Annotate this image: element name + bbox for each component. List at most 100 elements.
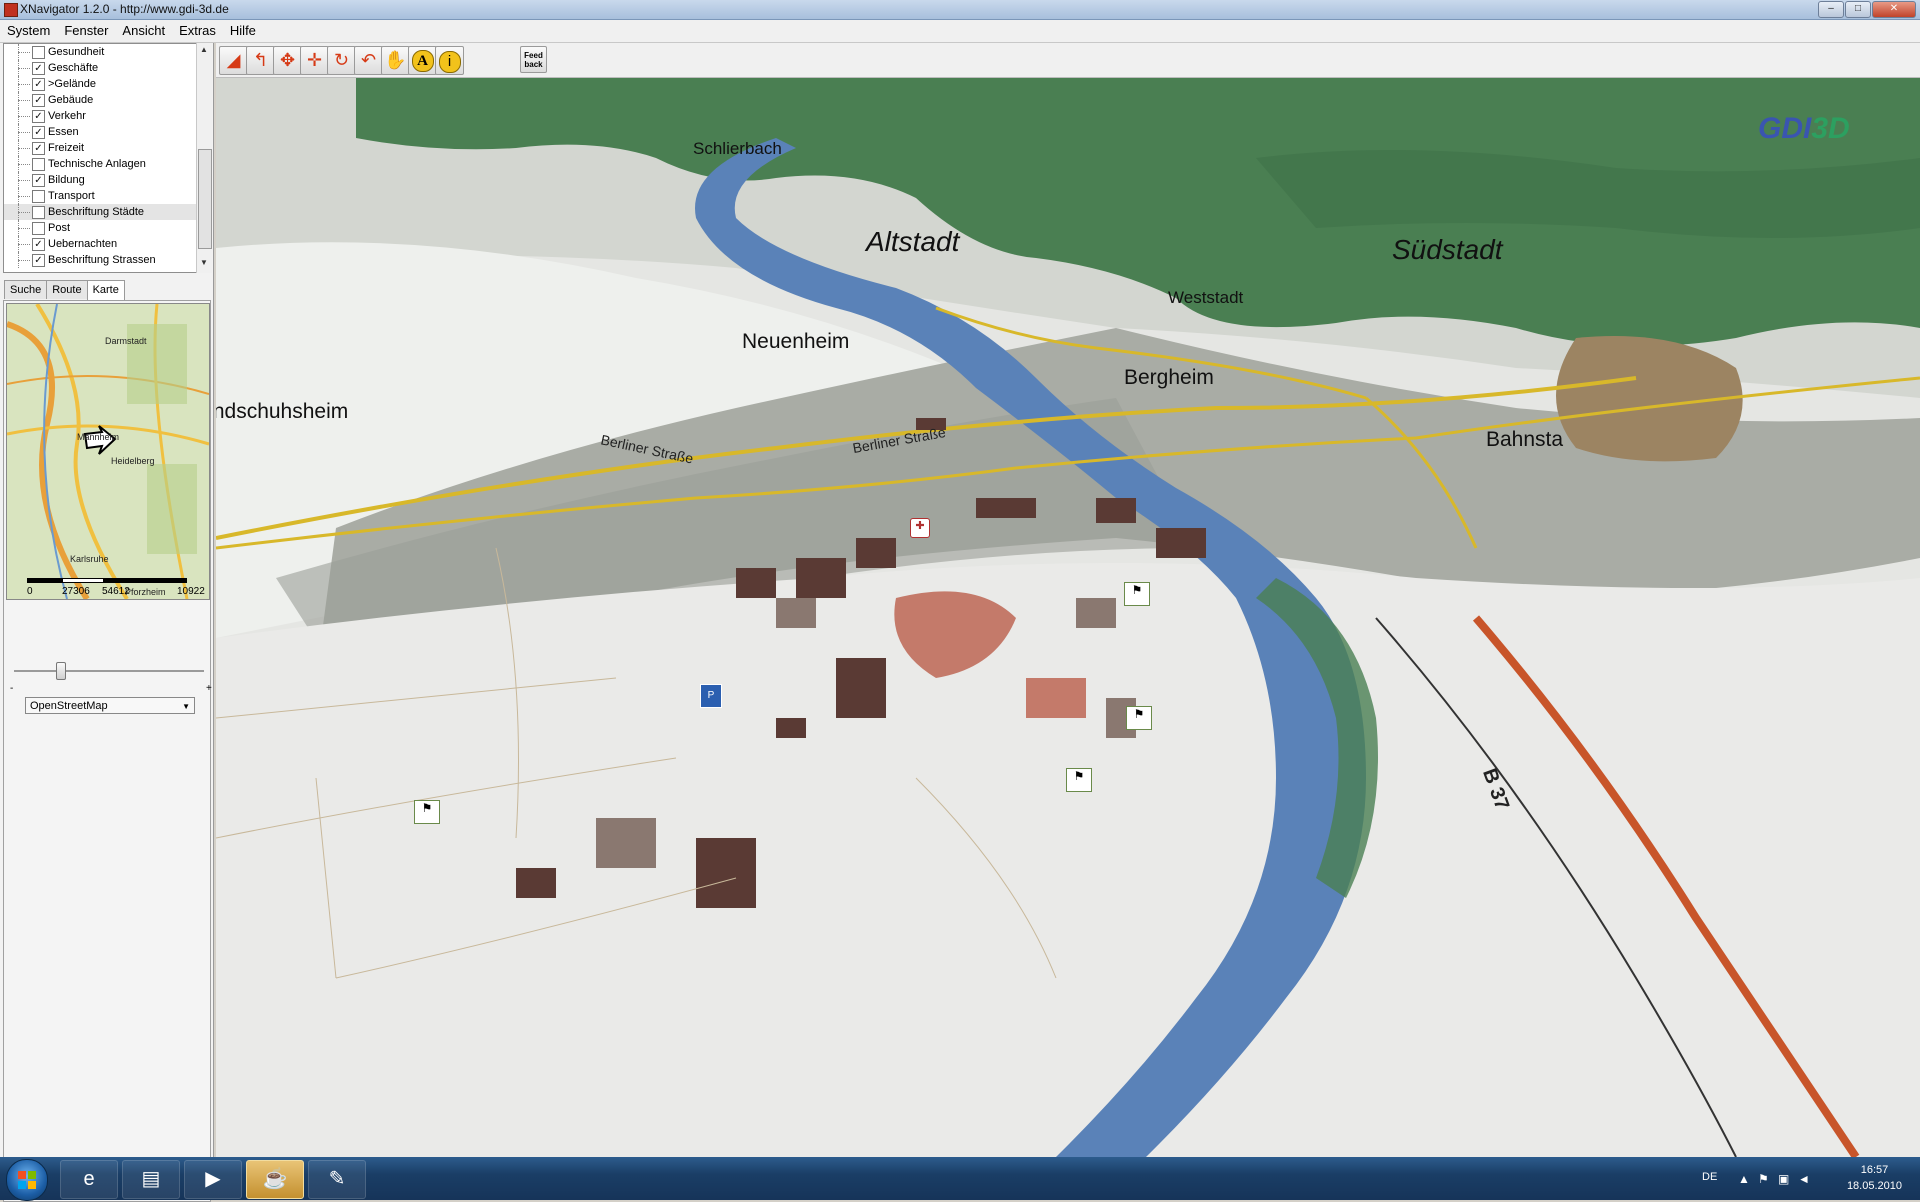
hospital-icon[interactable]: ✚ — [910, 518, 930, 538]
explorer-folder-icon[interactable]: ▤ — [122, 1160, 180, 1199]
left-panel: Gesundheit ✓ Geschäfte ✓ >Gelände ✓ Gebäude ✓ Ve… — [0, 43, 214, 1202]
volume-icon[interactable]: ◄ — [1798, 1172, 1810, 1186]
minimize-button[interactable]: – — [1818, 1, 1844, 18]
poi-cube-icon-2[interactable]: ⚑ — [1066, 768, 1092, 792]
map-source-select[interactable]: OpenStreetMap ▼ — [25, 697, 195, 714]
slider-track — [14, 670, 204, 672]
network-icon[interactable]: ▣ — [1778, 1172, 1789, 1186]
menu-system[interactable]: System — [0, 20, 57, 38]
layer-checkbox[interactable] — [32, 190, 45, 203]
layer-row[interactable]: ✓ Essen — [4, 124, 199, 140]
clock-date: 18.05.2010 — [1846, 1180, 1902, 1192]
tree-line — [18, 52, 30, 54]
internet-explorer-icon[interactable]: e — [60, 1160, 118, 1199]
tab-route[interactable]: Route — [46, 280, 88, 299]
layer-label: >Gelände — [48, 78, 97, 90]
layer-checkbox[interactable]: ✓ — [32, 126, 45, 139]
language-indicator[interactable]: DE — [1702, 1171, 1717, 1183]
layer-checkbox[interactable]: ✓ — [32, 62, 45, 75]
layer-checkbox[interactable] — [32, 222, 45, 235]
layer-label: Essen — [48, 126, 79, 138]
slider-knob[interactable] — [56, 662, 66, 680]
poi-cube-icon-4[interactable]: ⚑ — [1124, 582, 1150, 606]
menu-extras[interactable]: Extras — [172, 20, 223, 38]
undo-view-button[interactable]: ↶ — [354, 46, 383, 75]
maximize-button[interactable]: □ — [1845, 1, 1871, 18]
layer-checkbox[interactable] — [32, 206, 45, 219]
start-button[interactable] — [6, 1159, 48, 1201]
menu-ansicht[interactable]: Ansicht — [115, 20, 172, 38]
scroll-thumb[interactable] — [198, 149, 212, 249]
pan-button[interactable]: ✛ — [300, 46, 329, 75]
show-hidden-icons-icon[interactable]: ▲ — [1738, 1172, 1750, 1186]
layer-row[interactable]: ✓ Gebäude — [4, 92, 199, 108]
feedback-button[interactable]: Feed back — [520, 46, 547, 73]
media-player-icon[interactable]: ▶ — [184, 1160, 242, 1199]
layer-checkbox[interactable]: ✓ — [32, 94, 45, 107]
3d-map-view[interactable]: GDI3D Schlierbach Altstadt Südstadt West… — [216, 78, 1920, 1157]
clock-time: 16:57 — [1860, 1164, 1889, 1176]
java-app-icon[interactable]: ☕ — [246, 1160, 304, 1199]
poi-cube-icon-3[interactable]: ⚑ — [1126, 706, 1152, 730]
tree-line — [18, 244, 30, 246]
zoom-slider[interactable]: - + — [10, 661, 212, 694]
scroll-down-icon[interactable]: ▼ — [200, 258, 208, 267]
minimap-label-karlsruhe: Karlsruhe — [70, 554, 109, 564]
layer-row[interactable]: ✓ Verkehr — [4, 108, 199, 124]
tree-line — [18, 148, 30, 150]
layer-checkbox[interactable]: ✓ — [32, 78, 45, 91]
layer-checkbox[interactable]: ✓ — [32, 238, 45, 251]
grab-icon: ✋ — [384, 50, 407, 70]
overview-minimap[interactable]: Darmstadt Mannheim Heidelberg Karlsruhe … — [6, 303, 210, 600]
layer-row[interactable]: ✓ Bildung — [4, 172, 199, 188]
layer-checkbox[interactable]: ✓ — [32, 110, 45, 123]
windows-logo-icon — [18, 1171, 36, 1189]
layer-row[interactable]: ✓ Uebernachten — [4, 236, 199, 252]
poi-cube-icon-1[interactable]: ⚑ — [414, 800, 440, 824]
window-title: XNavigator 1.2.0 - http://www.gdi-3d.de — [20, 2, 229, 16]
grab-button[interactable]: ✋ — [381, 46, 410, 75]
layer-checkbox[interactable] — [32, 158, 45, 171]
tree-line — [18, 260, 30, 262]
layer-checkbox[interactable]: ✓ — [32, 142, 45, 155]
layer-scrollbar[interactable]: ▲ ▼ — [196, 43, 212, 273]
map-source-value: OpenStreetMap — [30, 700, 108, 712]
annotation-button[interactable]: A — [408, 46, 437, 75]
layer-row[interactable]: Technische Anlagen — [4, 156, 199, 172]
close-button[interactable]: ✕ — [1872, 1, 1916, 18]
menu-hilfe[interactable]: Hilfe — [223, 20, 263, 38]
orbit-button[interactable]: ↻ — [327, 46, 356, 75]
layer-row[interactable]: Gesundheit — [4, 44, 199, 60]
place-weststadt: Weststadt — [1168, 288, 1244, 307]
tree-line — [18, 84, 30, 86]
layer-checkbox[interactable]: ✓ — [32, 174, 45, 187]
action-center-flag-icon[interactable]: ⚑ — [1758, 1172, 1769, 1186]
taskbar: e ▤ ▶ ☕ ✎ DE ▲ ⚑ ▣ ◄ 16:57 18.05.2010 — [0, 1157, 1920, 1201]
layer-label: Transport — [48, 190, 95, 202]
info-button[interactable]: i — [435, 46, 464, 75]
layer-checkbox[interactable]: ✓ — [32, 254, 45, 267]
tree-line — [18, 228, 30, 230]
layer-row[interactable]: Post — [4, 220, 199, 236]
tray-clock[interactable]: 16:57 18.05.2010 — [1847, 1162, 1902, 1194]
rotate-view-button[interactable]: ◢ — [219, 46, 248, 75]
layer-row[interactable]: ✓ >Gelände — [4, 76, 199, 92]
layer-checkbox[interactable] — [32, 46, 45, 59]
layer-label: Gebäude — [48, 94, 94, 106]
layer-row[interactable]: Beschriftung Städte — [4, 204, 199, 220]
window-titlebar: XNavigator 1.2.0 - http://www.gdi-3d.de … — [0, 0, 1920, 20]
layer-row[interactable]: ✓ Beschriftung Strassen — [4, 252, 199, 268]
scroll-up-icon[interactable]: ▲ — [200, 45, 208, 54]
menu-fenster[interactable]: Fenster — [57, 20, 115, 38]
tree-line — [18, 132, 30, 134]
layer-row[interactable]: Transport — [4, 188, 199, 204]
tab-karte[interactable]: Karte — [86, 280, 125, 301]
paint-icon[interactable]: ✎ — [308, 1160, 366, 1199]
move-vertical-button[interactable]: ✥ — [273, 46, 302, 75]
tilt-view-button[interactable]: ↰ — [246, 46, 275, 75]
layer-row[interactable]: ✓ Geschäfte — [4, 60, 199, 76]
layer-row[interactable]: ✓ Freizeit — [4, 140, 199, 156]
annotation-icon: A — [411, 50, 434, 72]
bus-stop-icon[interactable]: P — [700, 684, 722, 708]
tab-suche[interactable]: Suche — [4, 280, 48, 299]
